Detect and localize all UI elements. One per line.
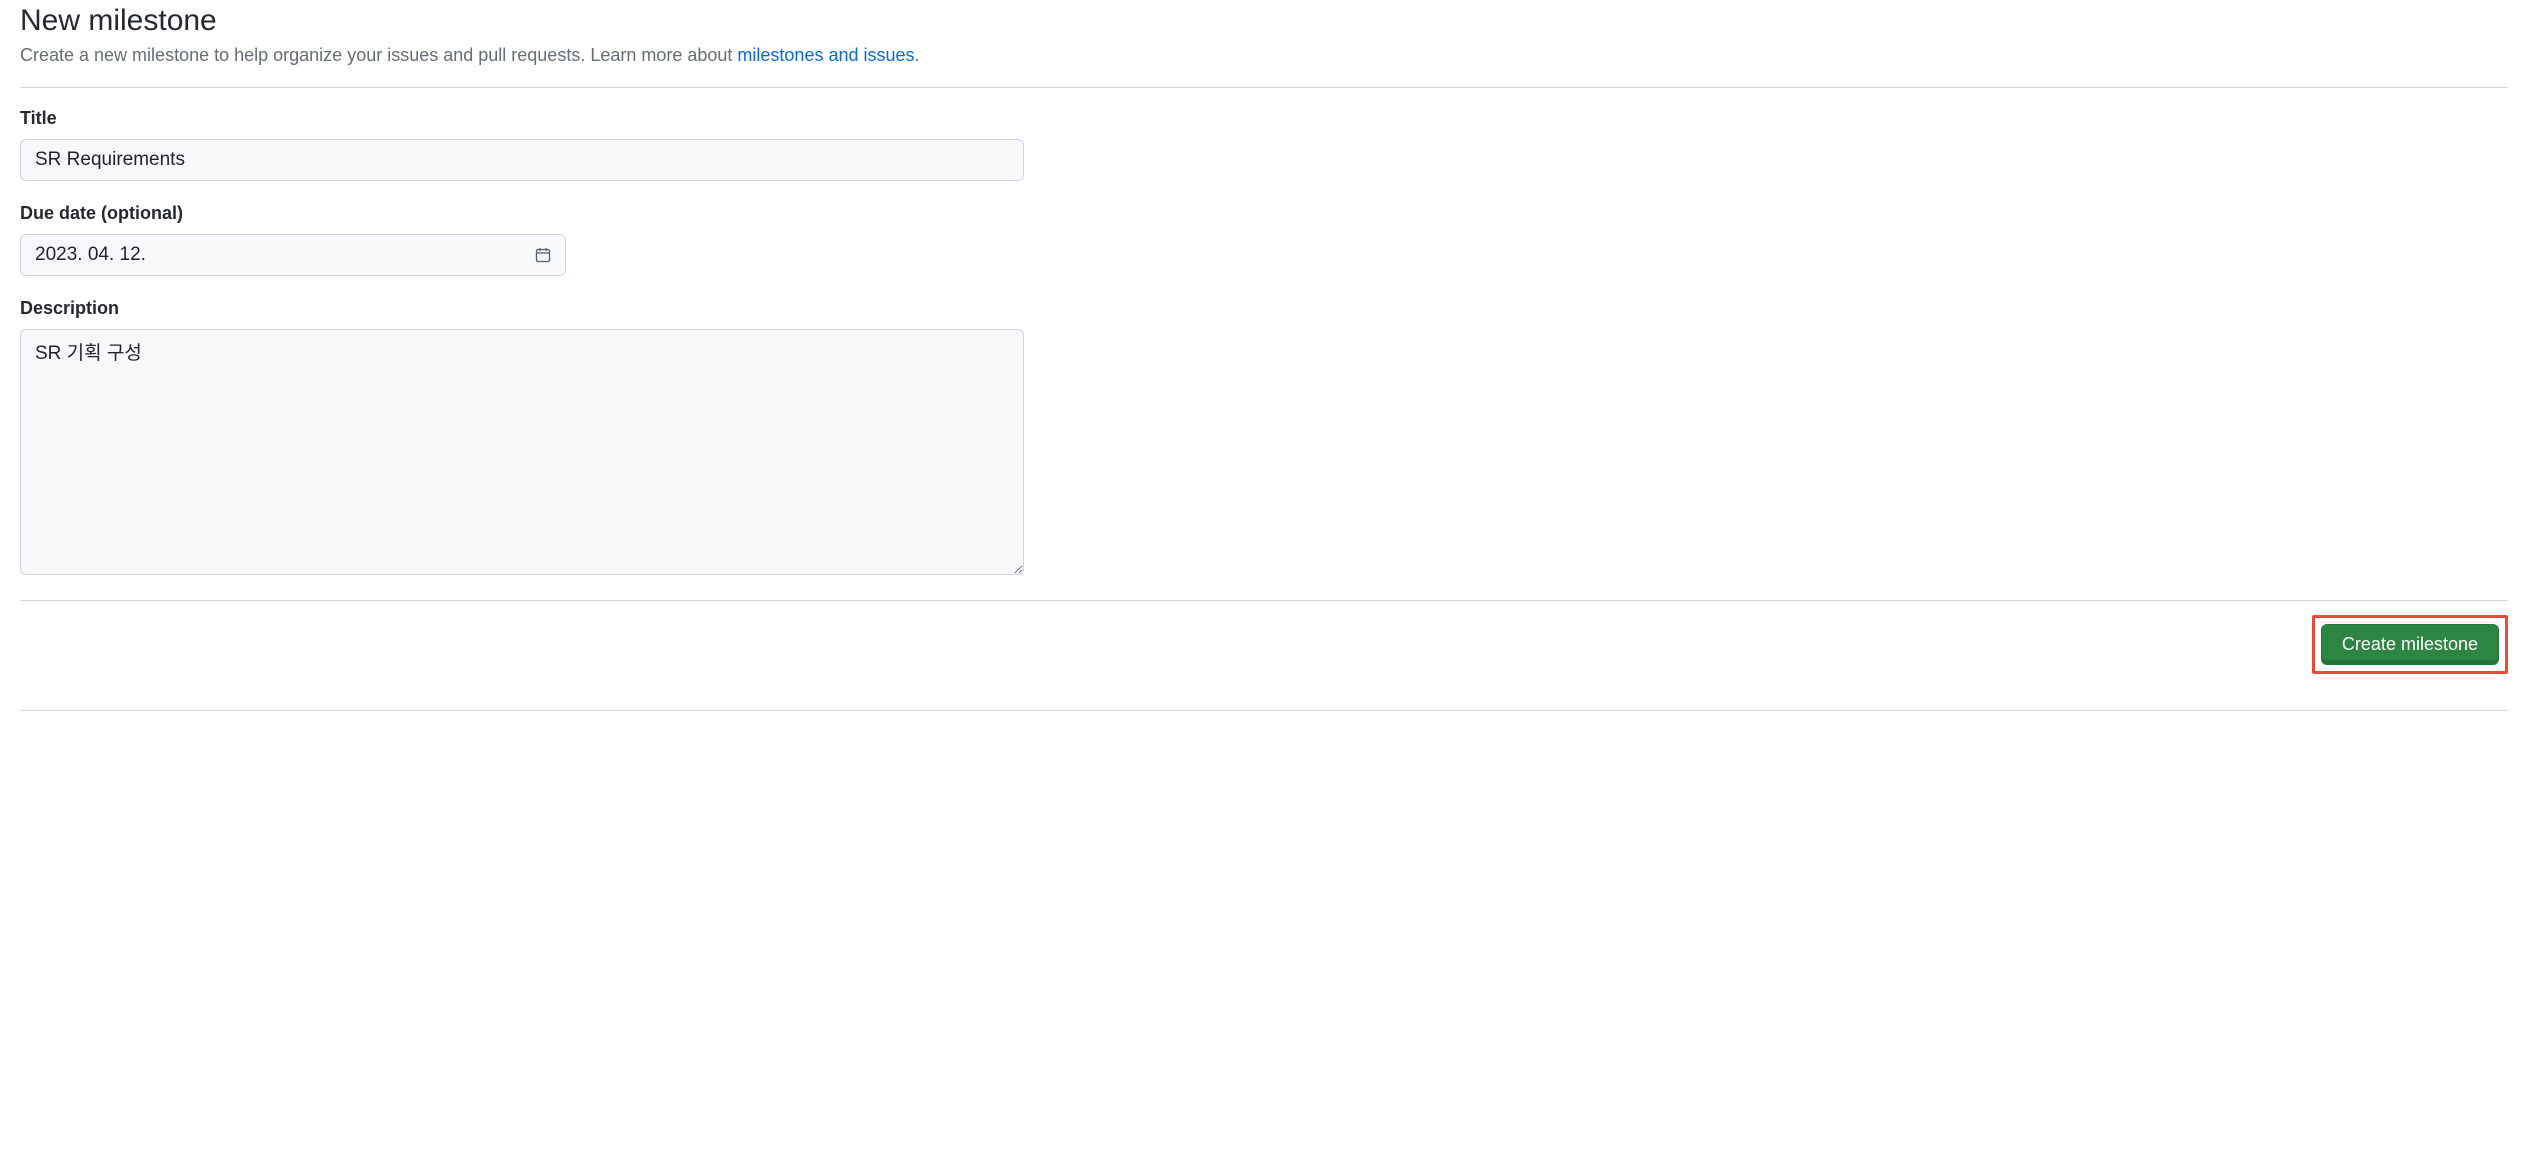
milestone-form-container: New milestone Create a new milestone to … xyxy=(0,0,2528,731)
title-form-group: Title xyxy=(20,108,2508,181)
page-subtitle: Create a new milestone to help organize … xyxy=(20,42,2508,69)
title-input[interactable] xyxy=(20,139,1024,181)
title-label: Title xyxy=(20,108,2508,129)
create-milestone-button[interactable]: Create milestone xyxy=(2321,624,2499,665)
description-form-group: Description xyxy=(20,298,2508,578)
subtitle-text: Create a new milestone to help organize … xyxy=(20,45,737,65)
calendar-icon xyxy=(535,247,551,263)
due-date-form-group: Due date (optional) 2023. 04. 12. xyxy=(20,203,2508,276)
milestones-issues-link[interactable]: milestones and issues xyxy=(737,45,914,65)
form-divider xyxy=(20,600,2508,601)
due-date-label: Due date (optional) xyxy=(20,203,2508,224)
highlight-annotation: Create milestone xyxy=(2312,615,2508,674)
form-actions: Create milestone xyxy=(20,615,2508,674)
subtitle-suffix: . xyxy=(915,45,920,65)
description-label: Description xyxy=(20,298,2508,319)
due-date-value: 2023. 04. 12. xyxy=(35,244,146,266)
page-header: New milestone Create a new milestone to … xyxy=(20,4,2508,88)
due-date-input[interactable]: 2023. 04. 12. xyxy=(20,234,566,276)
page-title: New milestone xyxy=(20,4,2508,38)
bottom-divider xyxy=(20,710,2508,711)
description-textarea[interactable] xyxy=(20,329,1024,575)
